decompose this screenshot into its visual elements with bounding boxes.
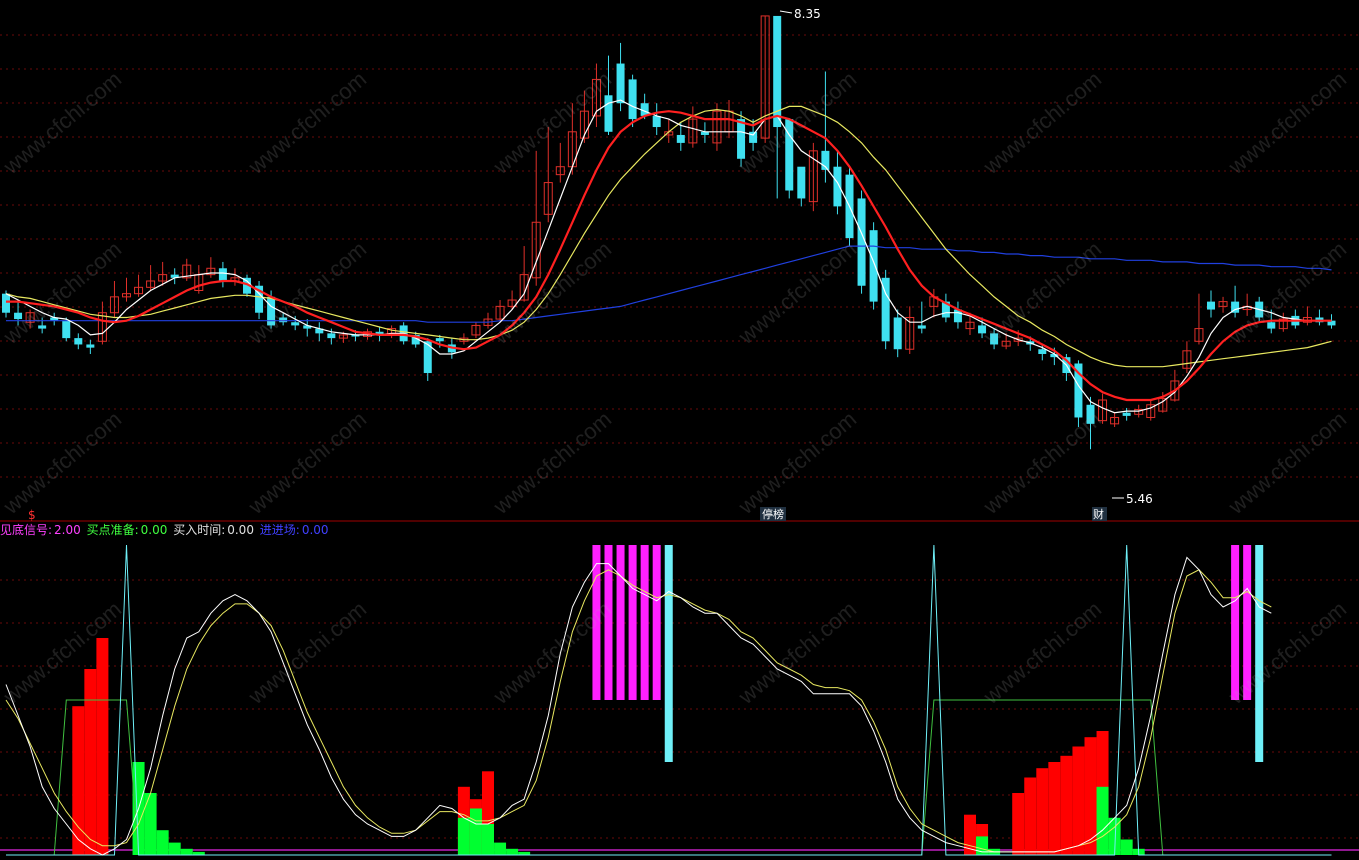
indicator-red-bar — [1072, 746, 1085, 855]
indicator-red-bar — [1012, 793, 1025, 855]
indicator-green-bar — [469, 808, 482, 855]
candle-body-down — [218, 268, 227, 281]
info-value-buy-time: 0.00 — [227, 523, 254, 537]
grid-lines — [0, 34, 1359, 839]
info-label-entry: 进进场: — [259, 523, 300, 537]
candle-body-down — [1207, 301, 1215, 310]
indicator-red-bar — [1084, 737, 1097, 855]
indicator-green-bar — [156, 830, 169, 855]
candle-body-down — [1267, 322, 1276, 329]
high-arrow — [779, 10, 793, 14]
indicator-magenta-bar — [1231, 545, 1240, 700]
indicator-green-bar — [506, 848, 519, 855]
candle-body-down — [833, 166, 842, 207]
indicator-cyan-bar — [664, 545, 673, 762]
candle-body-down — [869, 230, 878, 302]
candle-body-down — [676, 134, 685, 143]
indicator-green-bar — [457, 817, 470, 855]
candle-body-down — [893, 317, 902, 350]
high-price-label: 8.35 — [794, 7, 821, 21]
indicator-magenta-bar — [1243, 545, 1252, 700]
candle-body-down — [1086, 404, 1095, 424]
info-value-buy-prepare: 0.00 — [140, 523, 168, 537]
stock-chart: 8.35 5.46 $ 停榜 财 — [0, 7, 1359, 856]
candle-body-down — [857, 198, 866, 286]
marker-dollar: $ — [28, 508, 36, 522]
candle-body-down — [1122, 412, 1131, 416]
marker-tingbang: 停榜 — [762, 507, 784, 521]
indicator-magenta-bar — [628, 545, 637, 700]
indicator-magenta-bar — [604, 545, 613, 700]
indicator-red-bar — [1048, 762, 1061, 855]
indicator-green-bar — [482, 824, 494, 855]
indicator-red-bar — [1036, 768, 1049, 855]
indicator-magenta-bar — [652, 545, 661, 700]
indicator-magenta-bar — [640, 545, 649, 700]
indicator-green-bar — [180, 848, 193, 855]
candle-body-down — [749, 131, 758, 143]
info-value-entry: 0.00 — [301, 523, 329, 537]
info-label-bottom-signal: 见底信号: — [0, 523, 53, 537]
candle-body-down — [279, 317, 288, 323]
indicator-green-bar — [1120, 839, 1133, 855]
candle-body-down — [628, 79, 637, 120]
indicator-red-bar — [1060, 755, 1073, 855]
candle-body-down — [14, 312, 23, 320]
marker-cai: 财 — [1093, 507, 1104, 521]
candle-body-down — [652, 115, 661, 128]
ma-mid-line — [6, 110, 1332, 402]
candle-body-down — [604, 95, 613, 132]
candle-body-down — [327, 333, 336, 339]
indicator-cyan-bar — [1255, 545, 1264, 762]
candle-body-down — [291, 322, 300, 326]
candle-body-down — [74, 338, 83, 345]
indicator-info-bar: 见底信号: 2.00 买点准备: 0.00 买入时间: 0.00 进进场: 0.00 — [0, 522, 331, 538]
indicator-series — [0, 544, 1359, 856]
moving-average-lines — [5, 99, 1332, 414]
indicator-red-bar — [96, 638, 109, 855]
indicator-red-bar — [1024, 777, 1037, 855]
ma-slow-line — [5, 105, 1332, 368]
ma-fast-line — [5, 99, 1332, 414]
candle-body-down — [978, 325, 987, 334]
info-label-buy-prepare: 买点准备: — [86, 523, 139, 537]
candle-body-down — [86, 344, 95, 348]
indicator-green-bar — [1096, 786, 1109, 855]
candle-body-down — [435, 338, 444, 342]
candle-body-down — [62, 320, 71, 339]
candle-body-down — [917, 325, 926, 329]
candle-body-down — [797, 166, 806, 199]
indicator-green-bar — [144, 793, 157, 855]
indicator-green-bar — [494, 842, 507, 855]
info-label-buy-time: 买入时间: — [173, 523, 226, 537]
candle-body-down — [737, 119, 746, 159]
candle-body-down — [990, 333, 999, 345]
indicator-red-bar — [84, 669, 97, 855]
candlestick-series — [2, 15, 1336, 450]
info-value-bottom-signal: 2.00 — [54, 523, 81, 537]
candle-body-down — [38, 325, 47, 329]
candle-body-down — [1038, 349, 1047, 354]
candle-body-down — [616, 63, 625, 104]
indicator-red-bar — [72, 706, 85, 855]
candle-body-down — [2, 293, 10, 313]
low-price-label: 5.46 — [1126, 492, 1153, 506]
indicator-green-bar — [168, 842, 181, 855]
indicator-magenta-bar — [616, 545, 625, 700]
